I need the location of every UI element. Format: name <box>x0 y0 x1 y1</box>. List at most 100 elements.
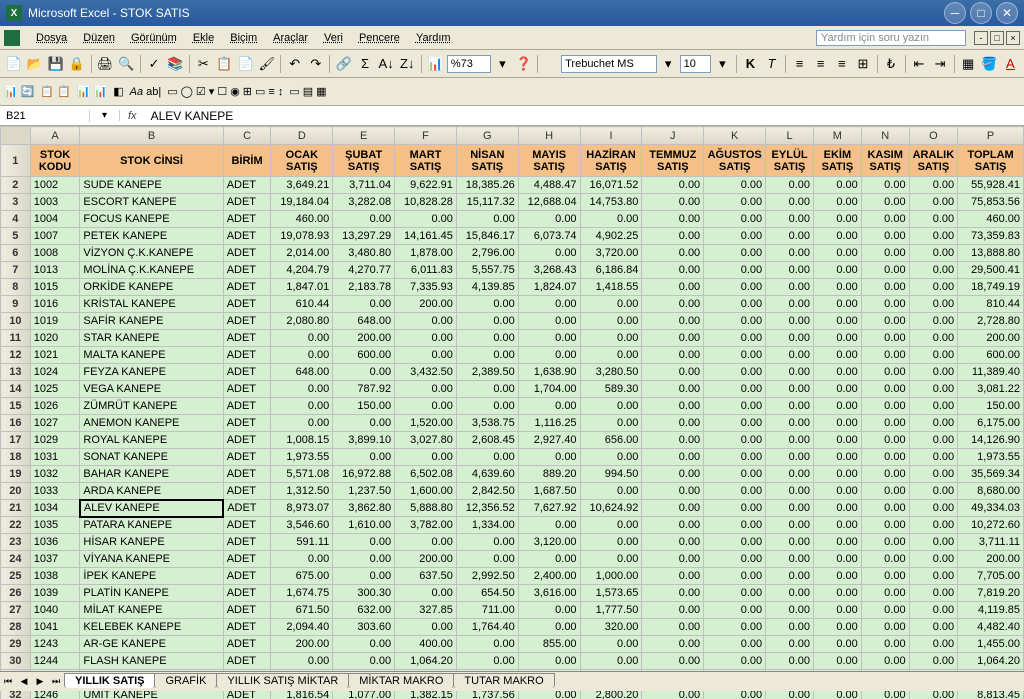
cell[interactable]: 0.00 <box>766 279 814 296</box>
cell[interactable]: 0.00 <box>456 653 518 670</box>
cell[interactable]: ADET <box>223 415 271 432</box>
cell[interactable]: 14,753.80 <box>580 194 642 211</box>
cell[interactable]: 1037 <box>30 551 80 568</box>
row-header-25[interactable]: 25 <box>1 568 31 585</box>
cell[interactable]: 1,824.07 <box>518 279 580 296</box>
menu-yardım[interactable]: Yardım <box>408 30 459 46</box>
cell[interactable]: 0.00 <box>271 415 333 432</box>
cell[interactable]: 16,972.88 <box>333 466 395 483</box>
cell[interactable]: 3,268.43 <box>518 262 580 279</box>
cell[interactable]: 0.00 <box>704 381 766 398</box>
cell[interactable]: 0.00 <box>814 313 862 330</box>
cell[interactable]: 0.00 <box>766 313 814 330</box>
menu-veri[interactable]: Veri <box>316 30 351 46</box>
cell[interactable]: 3,280.50 <box>580 364 642 381</box>
tb2-icon[interactable]: ☑ <box>196 85 206 98</box>
col-header-M[interactable]: M <box>814 127 862 145</box>
cell[interactable]: 0.00 <box>766 568 814 585</box>
menu-ekle[interactable]: Ekle <box>185 30 222 46</box>
cell[interactable]: ADET <box>223 398 271 415</box>
cell[interactable]: 0.00 <box>333 636 395 653</box>
cell[interactable]: 29,500.41 <box>958 262 1024 279</box>
cell[interactable]: 0.00 <box>704 279 766 296</box>
cell[interactable]: 0.00 <box>333 534 395 551</box>
cell[interactable]: 1,520.00 <box>395 415 457 432</box>
cell[interactable]: 0.00 <box>271 551 333 568</box>
row-header-26[interactable]: 26 <box>1 585 31 602</box>
chart-icon[interactable]: 📊 <box>426 53 445 75</box>
menu-pencere[interactable]: Pencere <box>351 30 408 46</box>
cell-header[interactable]: AĞUSTOS SATIŞ <box>704 145 766 177</box>
cell[interactable]: 0.00 <box>909 177 958 194</box>
cell[interactable]: 0.00 <box>704 296 766 313</box>
cell[interactable]: 3,899.10 <box>333 432 395 449</box>
cell[interactable]: 0.00 <box>861 177 909 194</box>
cell[interactable]: 0.00 <box>580 653 642 670</box>
sheet-tab[interactable]: YILLIK SATIŞ <box>64 673 155 688</box>
cell[interactable]: 1,638.90 <box>518 364 580 381</box>
cell[interactable]: 0.00 <box>518 653 580 670</box>
cell[interactable]: 0.00 <box>704 364 766 381</box>
cell[interactable]: 0.00 <box>861 500 909 517</box>
cell[interactable]: 0.00 <box>518 313 580 330</box>
cell[interactable]: 10,828.28 <box>395 194 457 211</box>
cell[interactable]: 19,184.04 <box>271 194 333 211</box>
doc-minimize-button[interactable]: - <box>974 31 988 45</box>
cell[interactable]: 6,011.83 <box>395 262 457 279</box>
cell[interactable]: 1,610.00 <box>333 517 395 534</box>
cell[interactable]: ESCORT KANEPE <box>80 194 223 211</box>
cell[interactable]: 0.00 <box>704 432 766 449</box>
cell[interactable]: 0.00 <box>395 211 457 228</box>
cell[interactable]: 2,014.00 <box>271 245 333 262</box>
cell[interactable]: 1029 <box>30 432 80 449</box>
cell[interactable]: ADET <box>223 517 271 534</box>
cell[interactable]: 1,064.20 <box>395 653 457 670</box>
cell[interactable]: 0.00 <box>861 194 909 211</box>
cell[interactable]: 18,385.26 <box>456 177 518 194</box>
cell[interactable]: 0.00 <box>580 398 642 415</box>
cell[interactable]: 0.00 <box>704 636 766 653</box>
row-header-22[interactable]: 22 <box>1 517 31 534</box>
cell[interactable]: 0.00 <box>766 194 814 211</box>
cell[interactable]: 0.00 <box>861 381 909 398</box>
cell[interactable]: SUDE KANEPE <box>80 177 223 194</box>
indent-inc-icon[interactable]: ⇥ <box>931 53 950 75</box>
cell[interactable]: 0.00 <box>456 636 518 653</box>
redo-icon[interactable]: ↷ <box>306 53 325 75</box>
cell[interactable]: SONAT KANEPE <box>80 449 223 466</box>
cell[interactable]: 12,688.04 <box>518 194 580 211</box>
cell[interactable]: 1004 <box>30 211 80 228</box>
refresh-icon[interactable]: 🔄 <box>21 85 35 98</box>
cell[interactable]: 0.00 <box>642 177 704 194</box>
cell[interactable]: 73,359.83 <box>958 228 1024 245</box>
cell[interactable]: ADET <box>223 636 271 653</box>
cell[interactable]: 0.00 <box>271 330 333 347</box>
cell[interactable]: 0.00 <box>704 347 766 364</box>
cell[interactable]: 0.00 <box>861 551 909 568</box>
cell-header[interactable]: MAYIS SATIŞ <box>518 145 580 177</box>
cell[interactable]: 1,687.50 <box>518 483 580 500</box>
cell[interactable]: 0.00 <box>518 517 580 534</box>
cell[interactable]: 15,117.32 <box>456 194 518 211</box>
cell[interactable]: ADET <box>223 296 271 313</box>
cell[interactable]: 1,064.20 <box>958 653 1024 670</box>
cell[interactable]: FLASH KANEPE <box>80 653 223 670</box>
cell[interactable]: 1243 <box>30 636 80 653</box>
cell[interactable]: 0.00 <box>395 330 457 347</box>
cell[interactable]: 0.00 <box>704 211 766 228</box>
cell[interactable]: 0.00 <box>456 296 518 313</box>
cell[interactable]: 0.00 <box>395 449 457 466</box>
cell[interactable]: 0.00 <box>704 245 766 262</box>
cell[interactable]: 0.00 <box>909 619 958 636</box>
cell[interactable]: KELEBEK KANEPE <box>80 619 223 636</box>
cell[interactable]: 3,081.22 <box>958 381 1024 398</box>
tb2-icon[interactable]: ▭ <box>167 85 177 98</box>
cell[interactable]: 2,728.80 <box>958 313 1024 330</box>
cell[interactable]: 0.00 <box>814 245 862 262</box>
cell[interactable]: 1003 <box>30 194 80 211</box>
cell[interactable]: 0.00 <box>909 279 958 296</box>
cell[interactable]: ADET <box>223 653 271 670</box>
tb2-icon[interactable]: ▭ <box>289 85 299 98</box>
cell[interactable]: 0.00 <box>766 228 814 245</box>
row-header-21[interactable]: 21 <box>1 500 31 517</box>
